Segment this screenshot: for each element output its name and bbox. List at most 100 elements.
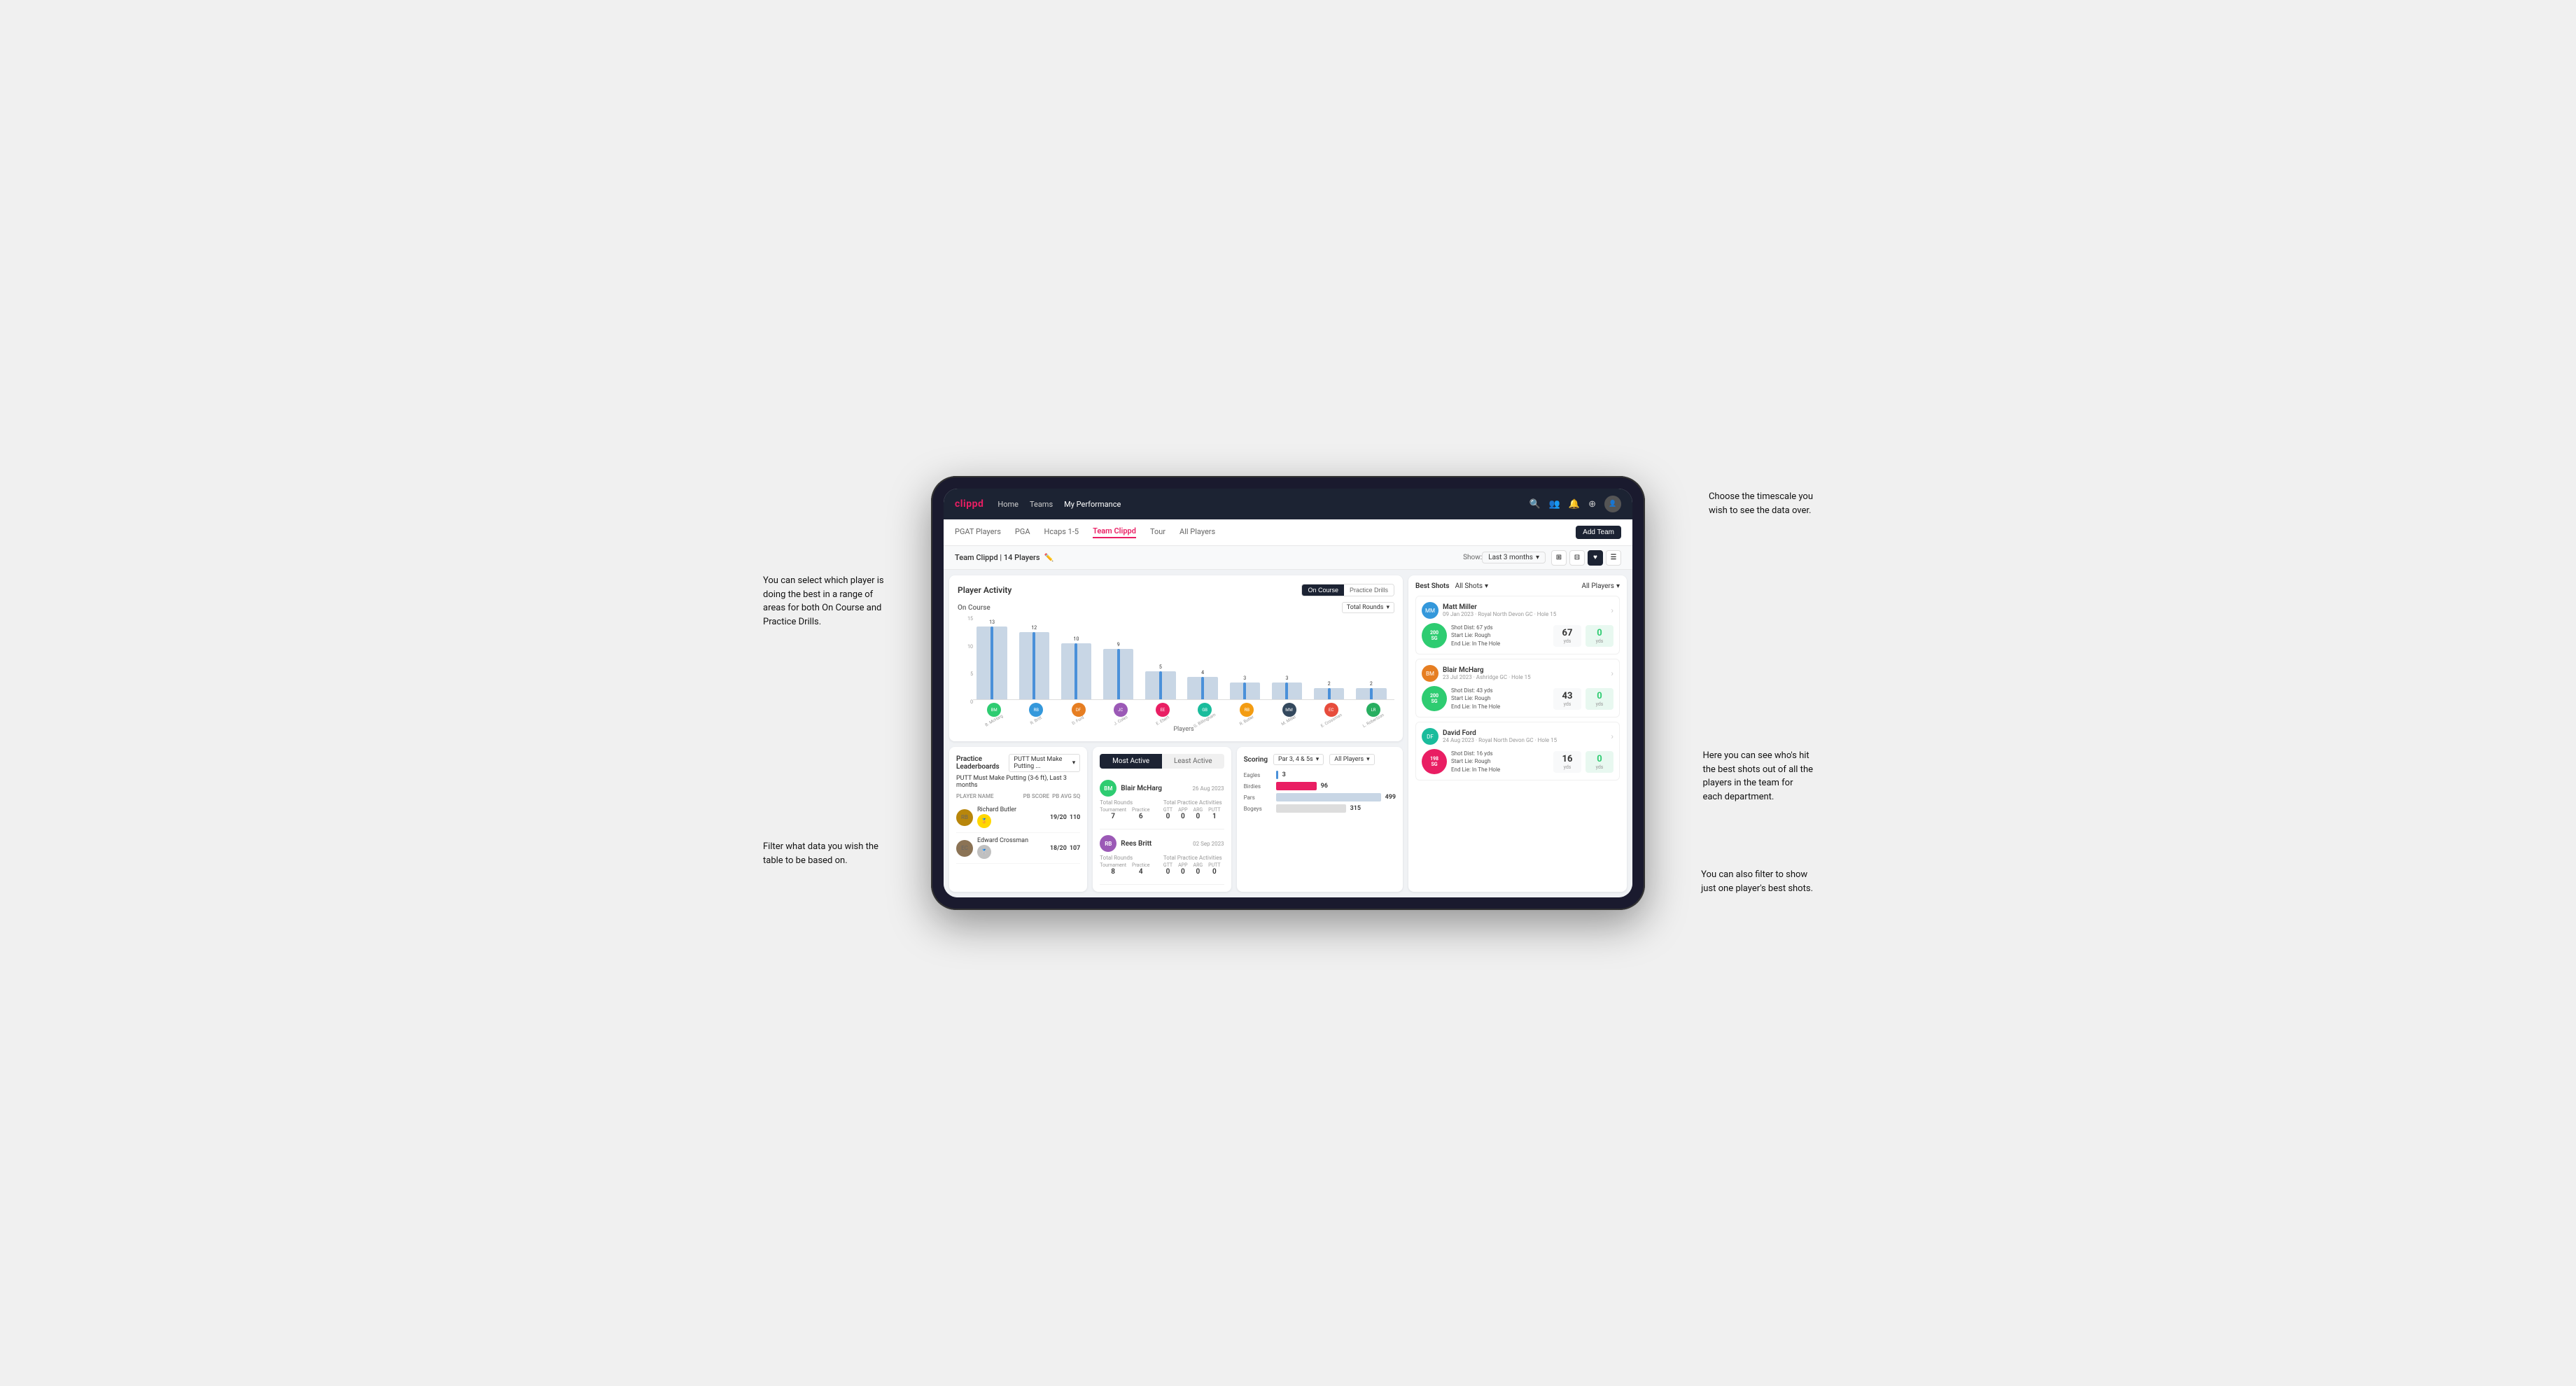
- on-course-toggle[interactable]: On Course: [1302, 584, 1344, 596]
- leaderboard-row-2: EC Edward Crossman 🥈 18/20 1: [956, 833, 1080, 864]
- total-rounds-section-1: Total Rounds Tournament 7 Practice: [1100, 799, 1161, 820]
- best-shots-card: Best Shots All Shots ▾ All Players ▾: [1408, 575, 1627, 892]
- add-team-button[interactable]: Add Team: [1576, 526, 1621, 539]
- tab-tour[interactable]: Tour: [1150, 527, 1166, 538]
- arg-label-1: ARG: [1194, 807, 1203, 813]
- shot-player-info-3: David Ford 24 Aug 2023 · Royal North Dev…: [1443, 729, 1606, 743]
- practice-label-2: Practice: [1132, 862, 1150, 868]
- pars-bar: [1276, 793, 1381, 802]
- stat1-unit-3: yds: [1558, 764, 1577, 770]
- scoring-bar-pars: Pars 499: [1244, 793, 1396, 802]
- edit-icon[interactable]: ✏️: [1044, 553, 1054, 562]
- putt-value-2: 0: [1208, 868, 1220, 876]
- shot-stat1-3: 16 yds: [1553, 751, 1581, 773]
- player-activity-title: Player Activity: [958, 585, 1011, 595]
- show-chevron-icon: ▾: [1536, 554, 1539, 561]
- bar-highlight-8: [1285, 682, 1288, 699]
- gtt-value-2: 0: [1163, 868, 1172, 876]
- lb-avatar-1: RB: [956, 809, 973, 826]
- app-value-2: 0: [1178, 868, 1187, 876]
- add-circle-icon[interactable]: ⊕: [1588, 499, 1596, 510]
- practice-dropdown-chevron: ▾: [1072, 760, 1076, 766]
- shot-chevron-2[interactable]: ›: [1611, 668, 1614, 678]
- view-grid4-btn[interactable]: ⊟: [1569, 550, 1585, 566]
- bar-highlight-9: [1328, 688, 1331, 699]
- view-heart-btn[interactable]: ♥: [1588, 550, 1603, 566]
- top-nav: clippd Home Teams My Performance 🔍 👥 🔔 ⊕…: [944, 489, 1632, 519]
- rank-badge-1: 🏅: [977, 814, 991, 828]
- stat1-value-3: 16: [1558, 754, 1577, 764]
- scoring-bar-bogeys: Bogeys 315: [1244, 804, 1396, 813]
- stat1-value-1: 67: [1558, 628, 1577, 638]
- bar-value-10: 2: [1370, 681, 1373, 687]
- bar-fill-2: [1019, 632, 1049, 699]
- app-col-1: APP 0: [1178, 807, 1187, 820]
- practice-activities-1: GTT 0 APP 0: [1163, 807, 1224, 820]
- scoring-bar-eagles: Eagles 3: [1244, 771, 1396, 779]
- shot-item-2: BM Blair McHarg 23 Jul 2023 · Ashridge G…: [1415, 659, 1620, 718]
- tab-pgat-players[interactable]: PGAT Players: [955, 527, 1001, 538]
- putt-col-1: PUTT 1: [1208, 807, 1220, 820]
- practice-col-2: Practice 4: [1132, 862, 1150, 876]
- practice-drills-toggle[interactable]: Practice Drills: [1344, 584, 1394, 596]
- nav-links: Home Teams My Performance: [997, 500, 1121, 509]
- practice-activities-section-1: Total Practice Activities GTT 0 APP: [1163, 799, 1224, 820]
- arg-value-1: 0: [1194, 813, 1203, 820]
- putt-col-2: PUTT 0: [1208, 862, 1220, 876]
- chart-dropdown-chevron: ▾: [1386, 604, 1390, 611]
- shot-detail-2: Shot Dist: 43 yds Start Lie: Rough End L…: [1451, 687, 1549, 710]
- active-avatar-1: BM: [1100, 780, 1116, 797]
- scoring-players-dropdown[interactable]: All Players ▾: [1329, 754, 1374, 765]
- tab-hcaps[interactable]: Hcaps 1-5: [1044, 527, 1079, 538]
- view-grid2-btn[interactable]: ⊞: [1551, 550, 1567, 566]
- x-label-row: B. McHargR. BrittD. FordJ. ColesE. Ebert…: [973, 718, 1394, 723]
- par-label: Par 3, 4 & 5s: [1278, 756, 1313, 763]
- practice-dropdown[interactable]: PUTT Must Make Putting ... ▾: [1009, 754, 1080, 772]
- people-icon[interactable]: 👥: [1549, 499, 1560, 510]
- shot-stat1-1: 67 yds: [1553, 625, 1581, 647]
- par-dropdown[interactable]: Par 3, 4 & 5s ▾: [1273, 754, 1324, 765]
- best-shots-title: Best Shots: [1415, 582, 1450, 590]
- player-entry-header-1: BM Blair McHarg 26 Aug 2023: [1100, 780, 1224, 797]
- chart-dropdown[interactable]: Total Rounds ▾: [1342, 602, 1394, 613]
- nav-home[interactable]: Home: [997, 500, 1018, 509]
- practice-col-1: Practice 6: [1132, 807, 1150, 820]
- tournament-label-1: Tournament: [1100, 807, 1126, 813]
- annotation-right-bottom: You can also filter to show just one pla…: [1701, 868, 1813, 895]
- all-shots-dropdown[interactable]: All Shots ▾: [1455, 582, 1488, 590]
- shot-chevron-3[interactable]: ›: [1611, 732, 1614, 741]
- arg-col-2: ARG 0: [1194, 862, 1203, 876]
- nav-teams[interactable]: Teams: [1030, 500, 1053, 509]
- bar-highlight-3: [1074, 643, 1077, 699]
- practice-subtitle: PUTT Must Make Putting (3-6 ft), Last 3 …: [956, 775, 1080, 789]
- tab-team-clippd[interactable]: Team Clippd: [1093, 526, 1136, 538]
- least-active-tab[interactable]: Least Active: [1162, 754, 1224, 769]
- best-shots-players-dropdown[interactable]: All Players ▾: [1581, 582, 1620, 590]
- bar-highlight-2: [1032, 632, 1035, 699]
- scoring-bars: Eagles 3 Birdies 96 Pa: [1244, 771, 1396, 813]
- show-dropdown[interactable]: Last 3 months ▾: [1482, 552, 1546, 564]
- most-active-tab[interactable]: Most Active: [1100, 754, 1162, 769]
- putt-label-2: PUTT: [1208, 862, 1220, 868]
- search-icon[interactable]: 🔍: [1530, 499, 1541, 510]
- scoring-all-players-label: All Players: [1334, 756, 1364, 763]
- lb-score-2: 18/20: [1050, 845, 1067, 852]
- lb-name-2: Edward Crossman: [977, 837, 1028, 844]
- shot-detail-3: Shot Dist: 16 yds Start Lie: Rough End L…: [1451, 750, 1549, 774]
- shot-chevron-1[interactable]: ›: [1611, 606, 1614, 615]
- nav-my-performance[interactable]: My Performance: [1064, 500, 1121, 509]
- annotation-left-top: You can select which player is doing the…: [763, 574, 884, 629]
- leaderboard-cols: PLAYER NAME PB SCORE PB AVG SQ: [956, 793, 1080, 799]
- view-list-btn[interactable]: ☰: [1606, 550, 1621, 566]
- user-avatar[interactable]: 👤: [1604, 496, 1621, 512]
- bell-icon[interactable]: 🔔: [1569, 499, 1580, 510]
- player-entry-1: BM Blair McHarg 26 Aug 2023 Total Rounds: [1100, 774, 1224, 830]
- scoring-header: Scoring Par 3, 4 & 5s ▾ All Players ▾: [1244, 754, 1396, 765]
- shot-player-name-2: Blair McHarg: [1443, 666, 1606, 674]
- stat1-unit-1: yds: [1558, 638, 1577, 644]
- tab-pga[interactable]: PGA: [1015, 527, 1030, 538]
- annotation-top-right: Choose the timescale you wish to see the…: [1709, 490, 1813, 517]
- tab-all-players[interactable]: All Players: [1180, 527, 1215, 538]
- practice-value-1: 6: [1132, 813, 1150, 820]
- bar-value-1: 13: [989, 620, 995, 625]
